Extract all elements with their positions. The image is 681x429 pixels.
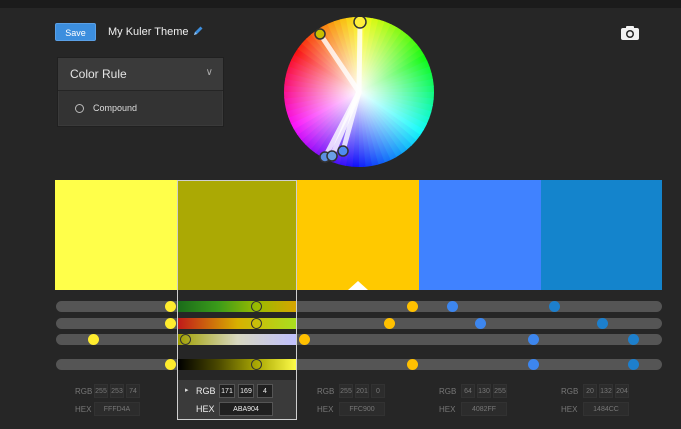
slider-handle[interactable]: [251, 301, 262, 312]
slider-handle[interactable]: [384, 318, 395, 329]
slider-handle[interactable]: [165, 301, 176, 312]
hex-label: HEX: [439, 405, 456, 414]
hex-label: HEX: [561, 405, 578, 414]
slider-track-1[interactable]: [56, 301, 662, 312]
green-gradient-slider[interactable]: [178, 301, 297, 312]
slider-handle[interactable]: [407, 359, 418, 370]
rgb-label: RGB: [439, 387, 457, 396]
color-values-1: RGB 255 253 74 HEX FFFD4A: [55, 379, 178, 421]
color-rule-title: Color Rule: [70, 67, 127, 81]
slider-handle[interactable]: [628, 359, 639, 370]
color-values-4: RGB 64 130 255 HEX 4082FF: [419, 379, 541, 421]
color-values-5: RGB 20 132 204 HEX 1484CC: [541, 379, 662, 421]
swatch-1[interactable]: [55, 180, 178, 290]
save-button[interactable]: Save: [55, 23, 96, 41]
slider-handle[interactable]: [165, 318, 176, 329]
blue-gradient-slider[interactable]: [178, 334, 297, 345]
hex-label: HEX: [317, 405, 334, 414]
rgb-label: RGB: [75, 387, 93, 396]
slider-handle[interactable]: [447, 301, 458, 312]
slider-handle[interactable]: [597, 318, 608, 329]
red-gradient-slider[interactable]: [178, 318, 297, 329]
top-bar: [0, 0, 681, 8]
red-value[interactable]: 20: [583, 384, 597, 398]
wheel-handle-1: [353, 17, 367, 29]
red-value[interactable]: 171: [219, 384, 235, 398]
slider-handle[interactable]: [165, 359, 176, 370]
slider-handle[interactable]: [549, 301, 560, 312]
green-value[interactable]: 132: [599, 384, 613, 398]
blue-value[interactable]: 4: [257, 384, 273, 398]
swatch-3[interactable]: [297, 180, 419, 290]
rgb-label: RGB: [317, 387, 335, 396]
wheel-handle-2: [314, 28, 326, 40]
slider-track-4[interactable]: [56, 359, 662, 370]
swatch-5[interactable]: [541, 180, 662, 290]
slider-handle[interactable]: [528, 334, 539, 345]
slider-handle[interactable]: [251, 318, 262, 329]
slider-handle[interactable]: [180, 334, 191, 345]
wheel-handle-4: [337, 145, 349, 157]
hex-label: HEX: [196, 404, 215, 414]
brightness-gradient-slider[interactable]: [178, 359, 297, 370]
swatch-4[interactable]: [419, 180, 541, 290]
slider-handle[interactable]: [407, 301, 418, 312]
blue-value[interactable]: 74: [126, 384, 140, 398]
red-value[interactable]: 64: [461, 384, 475, 398]
camera-icon[interactable]: [620, 25, 640, 41]
hex-value[interactable]: ABA904: [219, 402, 273, 416]
wheel-handle-5: [326, 150, 338, 162]
hex-value[interactable]: 4082FF: [461, 402, 507, 416]
color-rule-header[interactable]: Color Rule ∨​: [58, 58, 223, 91]
slider-handle[interactable]: [628, 334, 639, 345]
theme-name[interactable]: My Kuler Theme: [108, 26, 189, 38]
rgb-label: RGB: [561, 387, 579, 396]
green-value[interactable]: 201: [355, 384, 369, 398]
chevron-down-icon[interactable]: ∨​: [206, 67, 213, 78]
hex-value[interactable]: 1484CC: [583, 402, 629, 416]
hex-value[interactable]: FFC900: [339, 402, 385, 416]
color-wheel[interactable]: [284, 17, 434, 167]
slider-handle[interactable]: [475, 318, 486, 329]
slider-handle[interactable]: [299, 334, 310, 345]
color-values-3: RGB 255 201 0 HEX FFC900: [297, 379, 419, 421]
slider-handle[interactable]: [251, 359, 262, 370]
green-value[interactable]: 130: [477, 384, 491, 398]
blue-value[interactable]: 0: [371, 384, 385, 398]
hex-label: HEX: [75, 405, 92, 414]
red-value[interactable]: 255: [339, 384, 353, 398]
slider-track-3[interactable]: [56, 334, 662, 345]
green-value[interactable]: 169: [238, 384, 254, 398]
green-value[interactable]: 253: [110, 384, 124, 398]
rgb-label: RGB: [196, 386, 216, 396]
swatch-2[interactable]: [178, 180, 297, 290]
pencil-icon[interactable]: [192, 25, 204, 37]
color-rule-panel: Color Rule ∨​ Compound: [57, 57, 224, 127]
blue-value[interactable]: 255: [493, 384, 507, 398]
compound-radio[interactable]: [75, 104, 84, 113]
caret-right-icon[interactable]: ▸: [185, 386, 189, 394]
red-value[interactable]: 255: [94, 384, 108, 398]
slider-track-2[interactable]: [56, 318, 662, 329]
blue-value[interactable]: 204: [615, 384, 629, 398]
slider-handle[interactable]: [528, 359, 539, 370]
color-values-2-selected: ▸ RGB 171 169 4 HEX ABA904: [178, 380, 296, 419]
base-color-pointer: [348, 281, 368, 290]
hex-value[interactable]: FFFD4A: [94, 402, 140, 416]
compound-option-label[interactable]: Compound: [93, 103, 137, 113]
slider-handle[interactable]: [88, 334, 99, 345]
